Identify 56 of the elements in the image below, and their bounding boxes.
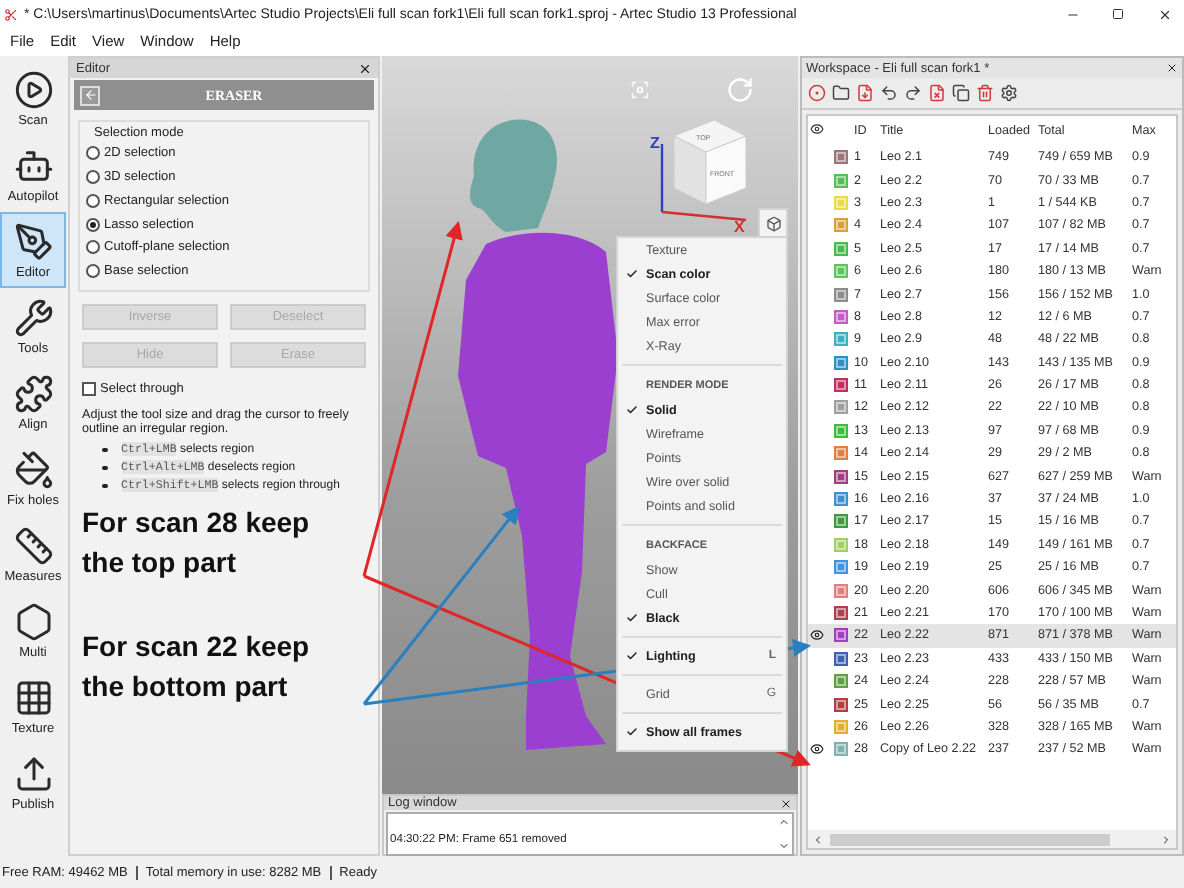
close-icon: [1157, 7, 1171, 21]
radio-button[interactable]: [86, 264, 100, 279]
upload-icon: [13, 753, 53, 793]
hexagon-icon: [13, 601, 53, 641]
bullet-icon: [102, 483, 107, 489]
annotation-text: For scan 28 keep the top part: [82, 503, 312, 582]
scroll-down-icon[interactable]: [778, 840, 790, 852]
copy-button[interactable]: [952, 84, 970, 102]
check-icon: [626, 404, 638, 416]
bullet-icon: [102, 447, 107, 453]
close-icon[interactable]: [780, 797, 792, 809]
axis-label: Z: [650, 134, 660, 152]
puzzle-icon: [13, 373, 53, 413]
radio-button[interactable]: [86, 193, 100, 208]
radio-button[interactable]: [86, 146, 100, 161]
trash-button[interactable]: [976, 84, 994, 102]
eye-icon[interactable]: [810, 742, 824, 757]
render-settings-button[interactable]: [758, 208, 788, 236]
cube-icon: [765, 215, 781, 231]
grid-icon: [13, 677, 53, 717]
robot-icon: [13, 145, 53, 185]
redo-button[interactable]: [904, 84, 922, 102]
annotation-text: For scan 22 keep the bottom part: [82, 627, 312, 706]
visibility-icon[interactable]: [810, 122, 824, 136]
check-icon: [626, 726, 638, 738]
horizontal-scrollbar[interactable]: [808, 830, 1176, 848]
wrench-icon: [13, 297, 53, 337]
ruler-icon: [13, 525, 53, 565]
file-button[interactable]: [856, 84, 874, 102]
settings-button[interactable]: [1000, 84, 1018, 102]
undo-button[interactable]: [880, 84, 898, 102]
axis-label: X: [734, 218, 745, 236]
folder-button[interactable]: [832, 84, 850, 102]
pen-icon: [13, 221, 53, 261]
app-logo-icon: [4, 7, 18, 21]
check-icon: [626, 612, 638, 624]
close-icon[interactable]: [358, 61, 372, 75]
paint-bucket-icon: [13, 449, 53, 489]
check-icon: [626, 650, 638, 662]
file-button[interactable]: [928, 84, 946, 102]
check-icon: [626, 268, 638, 280]
view-cube-drawing[interactable]: [660, 119, 747, 222]
radio-button[interactable]: [86, 169, 100, 184]
eye-icon[interactable]: [810, 628, 824, 643]
play-icon: [13, 69, 53, 109]
back-arrow-icon: [83, 88, 97, 102]
checkbox[interactable]: [82, 381, 96, 396]
maximize-icon: [1112, 8, 1124, 20]
radio-button[interactable]: [86, 240, 100, 255]
scroll-up-icon[interactable]: [778, 816, 790, 828]
target-button[interactable]: [808, 84, 826, 102]
radio-button[interactable]: [86, 217, 100, 232]
close-icon[interactable]: [1166, 62, 1178, 74]
scroll-left-icon[interactable]: [812, 833, 824, 845]
scroll-right-icon[interactable]: [1160, 833, 1172, 845]
bullet-icon: [102, 465, 107, 471]
